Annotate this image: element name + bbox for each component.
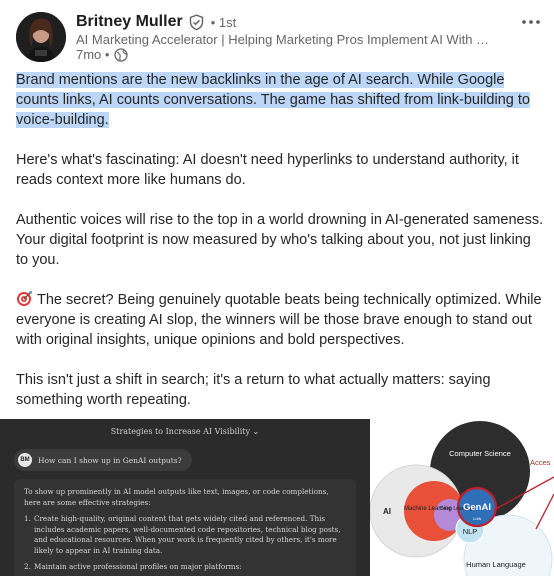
post-images: Strategies to Increase AI Visibility ⌄ B… (0, 419, 554, 576)
chat-screenshot-image[interactable]: Strategies to Increase AI Visibility ⌄ B… (0, 419, 370, 576)
post-paragraph: The secret? Being genuinely quotable bea… (16, 290, 546, 350)
label-human-language: Human Language (466, 560, 526, 569)
label-ai: AI (383, 507, 391, 516)
label-genai: GenAI (463, 502, 491, 513)
post-paragraph-text: The secret? Being genuinely quotable bea… (16, 292, 542, 348)
image-answer-item-number: 2. (24, 562, 31, 571)
post-text: Brand mentions are the new backlinks in … (16, 70, 546, 410)
image-answer-item-text: Maintain active professional profiles on… (34, 562, 242, 571)
connection-degree: • 1st (210, 14, 237, 30)
verified-shield-icon (188, 13, 205, 31)
image-answer-intro: To show up prominently in AI model outpu… (24, 487, 329, 507)
annotation-line (535, 493, 554, 530)
image-answer-item-number: 1. (24, 514, 31, 523)
author-name-row: Britney Muller • 1st (76, 13, 236, 31)
post-paragraph: Authentic voices will rise to the top in… (16, 212, 544, 268)
author-name[interactable]: Britney Muller (76, 13, 183, 31)
venn-diagram-image[interactable]: Computer Science Acces AI Machine Learni… (370, 419, 554, 576)
selected-text: Brand mentions are the new backlinks in … (16, 72, 530, 128)
more-options-button[interactable] (516, 12, 546, 32)
label-computer-science: Computer Science (449, 449, 511, 458)
image-answer: To show up prominently in AI model outpu… (14, 479, 356, 576)
image-prompt-text: How can I show up in GenAI outputs? (38, 455, 182, 465)
image-answer-item-text: Create high-quality, original content th… (34, 514, 341, 555)
more-options-icon (522, 20, 540, 24)
globe-icon (114, 47, 129, 62)
image-answer-item: 1. Create high-quality, original content… (24, 514, 346, 556)
target-emoji-icon (16, 290, 33, 307)
post-age: 7mo • (76, 47, 110, 62)
author-headline: AI Marketing Accelerator | Helping Marke… (76, 32, 496, 47)
post-paragraph: Here's what's fascinating: AI doesn't ne… (16, 152, 519, 188)
avatar[interactable] (16, 12, 66, 62)
post-paragraph: Brand mentions are the new backlinks in … (16, 70, 546, 130)
venn-diagram: Computer Science Acces AI Machine Learni… (370, 421, 554, 576)
avatar-photo (16, 12, 66, 62)
label-llms: LLMs (473, 517, 482, 521)
image-answer-item: 2. Maintain active professional profiles… (24, 562, 346, 573)
post-paragraph: This isn't just a shift in search; it's … (16, 372, 491, 408)
label-access: Acces (530, 458, 551, 467)
image-prompt: BM How can I show up in GenAI outputs? (14, 449, 192, 471)
post-header: Britney Muller • 1st AI Marketing Accele… (16, 12, 546, 64)
image-chat-title: Strategies to Increase AI Visibility ⌄ (110, 427, 260, 436)
label-nlp: NLP (463, 527, 478, 536)
image-prompt-avatar: BM (18, 453, 32, 467)
post-meta: 7mo • (76, 47, 129, 62)
